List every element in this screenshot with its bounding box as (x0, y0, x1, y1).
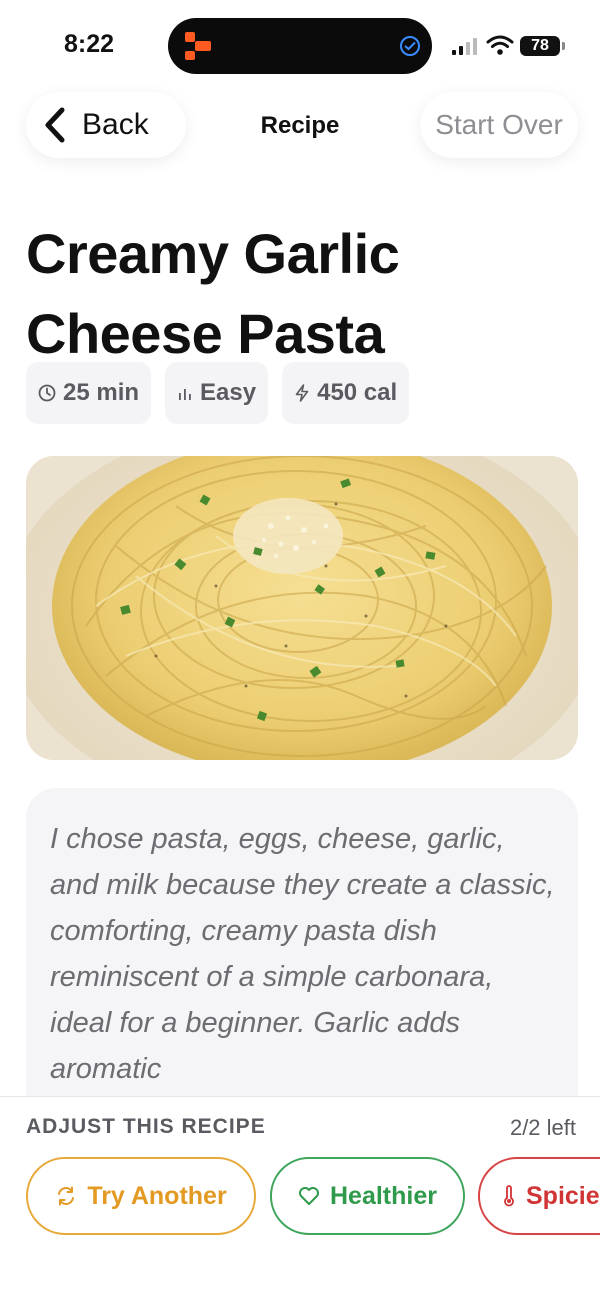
meta-difficulty-chip: Easy (165, 362, 269, 424)
heart-icon (298, 1186, 320, 1206)
spicier-label: Spicier (526, 1181, 600, 1210)
meta-difficulty-label: Easy (200, 379, 257, 406)
recipe-meta: 25 min Easy 450 cal (26, 362, 423, 424)
healthier-button[interactable]: Healthier (270, 1157, 465, 1235)
meta-calories-label: 450 cal (317, 379, 398, 406)
status-time: 8:22 (64, 30, 115, 58)
recipe-reason-text: I chose pasta, eggs, cheese, garlic, and… (50, 823, 555, 1085)
battery-icon: 78 (520, 36, 560, 56)
meta-time-label: 25 min (63, 379, 140, 406)
try-another-button[interactable]: Try Another (26, 1157, 256, 1235)
bolt-icon (294, 384, 310, 402)
meta-time-chip: 25 min (26, 362, 152, 424)
cellular-signal-icon (452, 38, 477, 55)
meta-calories-chip: 450 cal (282, 362, 410, 424)
thermometer-icon (502, 1185, 516, 1207)
adjust-label: ADJUST THIS RECIPE (26, 1115, 266, 1138)
recipe-reason-card: I chose pasta, eggs, cheese, garlic, and… (26, 788, 578, 1128)
refresh-icon (55, 1185, 77, 1207)
adjust-panel: ADJUST THIS RECIPE 2/2 left Try Another … (0, 1096, 600, 1299)
check-icon (400, 36, 420, 56)
status-bar: 8:22 78 (0, 0, 600, 90)
spicier-button[interactable]: Spicier (478, 1157, 600, 1235)
recipe-title-line-1: Creamy Garlic (26, 222, 400, 285)
app-logo-icon (185, 32, 211, 60)
recipe-photo (26, 456, 578, 760)
wifi-icon (486, 35, 514, 55)
status-indicators: 78 (452, 34, 572, 56)
adjust-remaining: 2/2 left (509, 1115, 576, 1140)
healthier-label: Healthier (330, 1181, 437, 1210)
adjust-buttons: Try Another Healthier Spicier (26, 1157, 600, 1235)
recipe-title: Creamy Garlic Cheese Pasta (26, 214, 566, 374)
battery-tip (562, 42, 565, 50)
try-another-label: Try Another (87, 1181, 227, 1210)
nav-bar: Back Recipe Start Over (0, 90, 600, 162)
clock-icon (38, 384, 56, 402)
dynamic-island (168, 18, 432, 74)
bar-chart-icon (177, 385, 193, 401)
start-over-button[interactable]: Start Over (420, 92, 578, 158)
pasta-illustration (26, 456, 578, 760)
